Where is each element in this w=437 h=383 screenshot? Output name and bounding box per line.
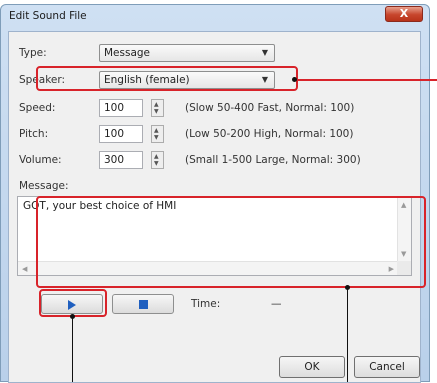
speaker-label: Speaker:: [19, 74, 66, 86]
horizontal-scrollbar[interactable]: ◀ ▶: [18, 261, 398, 275]
speaker-callout-line: [298, 79, 437, 81]
speaker-callout-dot: [292, 77, 297, 82]
speed-label: Speed:: [19, 102, 56, 114]
pitch-label: Pitch:: [19, 128, 49, 140]
dialog-body: Type: Message ▼ Speaker: English (female…: [8, 31, 421, 383]
spin-down-icon: ▼: [154, 134, 159, 141]
pitch-hint: (Low 50-200 High, Normal: 100): [185, 128, 354, 140]
speed-input[interactable]: 100: [99, 99, 143, 117]
speed-stepper[interactable]: ▲ ▼: [151, 99, 164, 117]
speed-hint: (Slow 50-400 Fast, Normal: 100): [185, 102, 355, 114]
play-button[interactable]: [41, 294, 103, 314]
scroll-down-icon[interactable]: ▼: [401, 250, 406, 258]
speaker-select[interactable]: English (female) ▼: [99, 71, 275, 89]
time-label: Time:: [191, 298, 221, 310]
volume-hint: (Small 1-500 Large, Normal: 300): [185, 154, 361, 166]
speaker-select-value: English (female): [104, 74, 190, 86]
type-select-value: Message: [104, 47, 151, 59]
vertical-scrollbar[interactable]: ▲ ▼: [397, 197, 411, 261]
type-label: Type:: [19, 47, 47, 59]
scrollbar-corner: [397, 261, 411, 275]
ok-button[interactable]: OK: [279, 356, 345, 378]
cancel-button[interactable]: Cancel: [354, 356, 420, 378]
chevron-down-icon: ▼: [261, 75, 268, 84]
stop-icon: [138, 300, 148, 309]
scroll-up-icon[interactable]: ▲: [401, 201, 406, 209]
scroll-left-icon[interactable]: ◀: [22, 265, 27, 273]
message-label: Message:: [19, 180, 69, 192]
play-callout-line: [72, 318, 73, 382]
pitch-input[interactable]: 100: [99, 125, 143, 143]
close-button[interactable]: X: [385, 6, 423, 22]
dialog-title: Edit Sound File: [9, 10, 87, 22]
scroll-right-icon[interactable]: ▶: [389, 265, 394, 273]
time-value: —: [271, 298, 282, 310]
spin-down-icon: ▼: [154, 160, 159, 167]
message-textarea[interactable]: GOT, your best choice of HMI ▲ ▼ ◀ ▶: [17, 196, 412, 276]
volume-stepper[interactable]: ▲ ▼: [151, 151, 164, 169]
title-bar: Edit Sound File X: [1, 5, 429, 29]
spin-down-icon: ▼: [154, 108, 159, 115]
pitch-stepper[interactable]: ▲ ▼: [151, 125, 164, 143]
volume-label: Volume:: [19, 154, 62, 166]
type-select[interactable]: Message ▼: [99, 44, 275, 62]
volume-input[interactable]: 300: [99, 151, 143, 169]
message-callout-line: [347, 289, 348, 382]
stop-button[interactable]: [112, 294, 174, 314]
chevron-down-icon: ▼: [261, 48, 268, 57]
play-icon: [68, 300, 76, 310]
message-text: GOT, your best choice of HMI: [23, 200, 177, 212]
edit-sound-file-dialog: Edit Sound File X Type: Message ▼ Speake…: [0, 4, 430, 383]
